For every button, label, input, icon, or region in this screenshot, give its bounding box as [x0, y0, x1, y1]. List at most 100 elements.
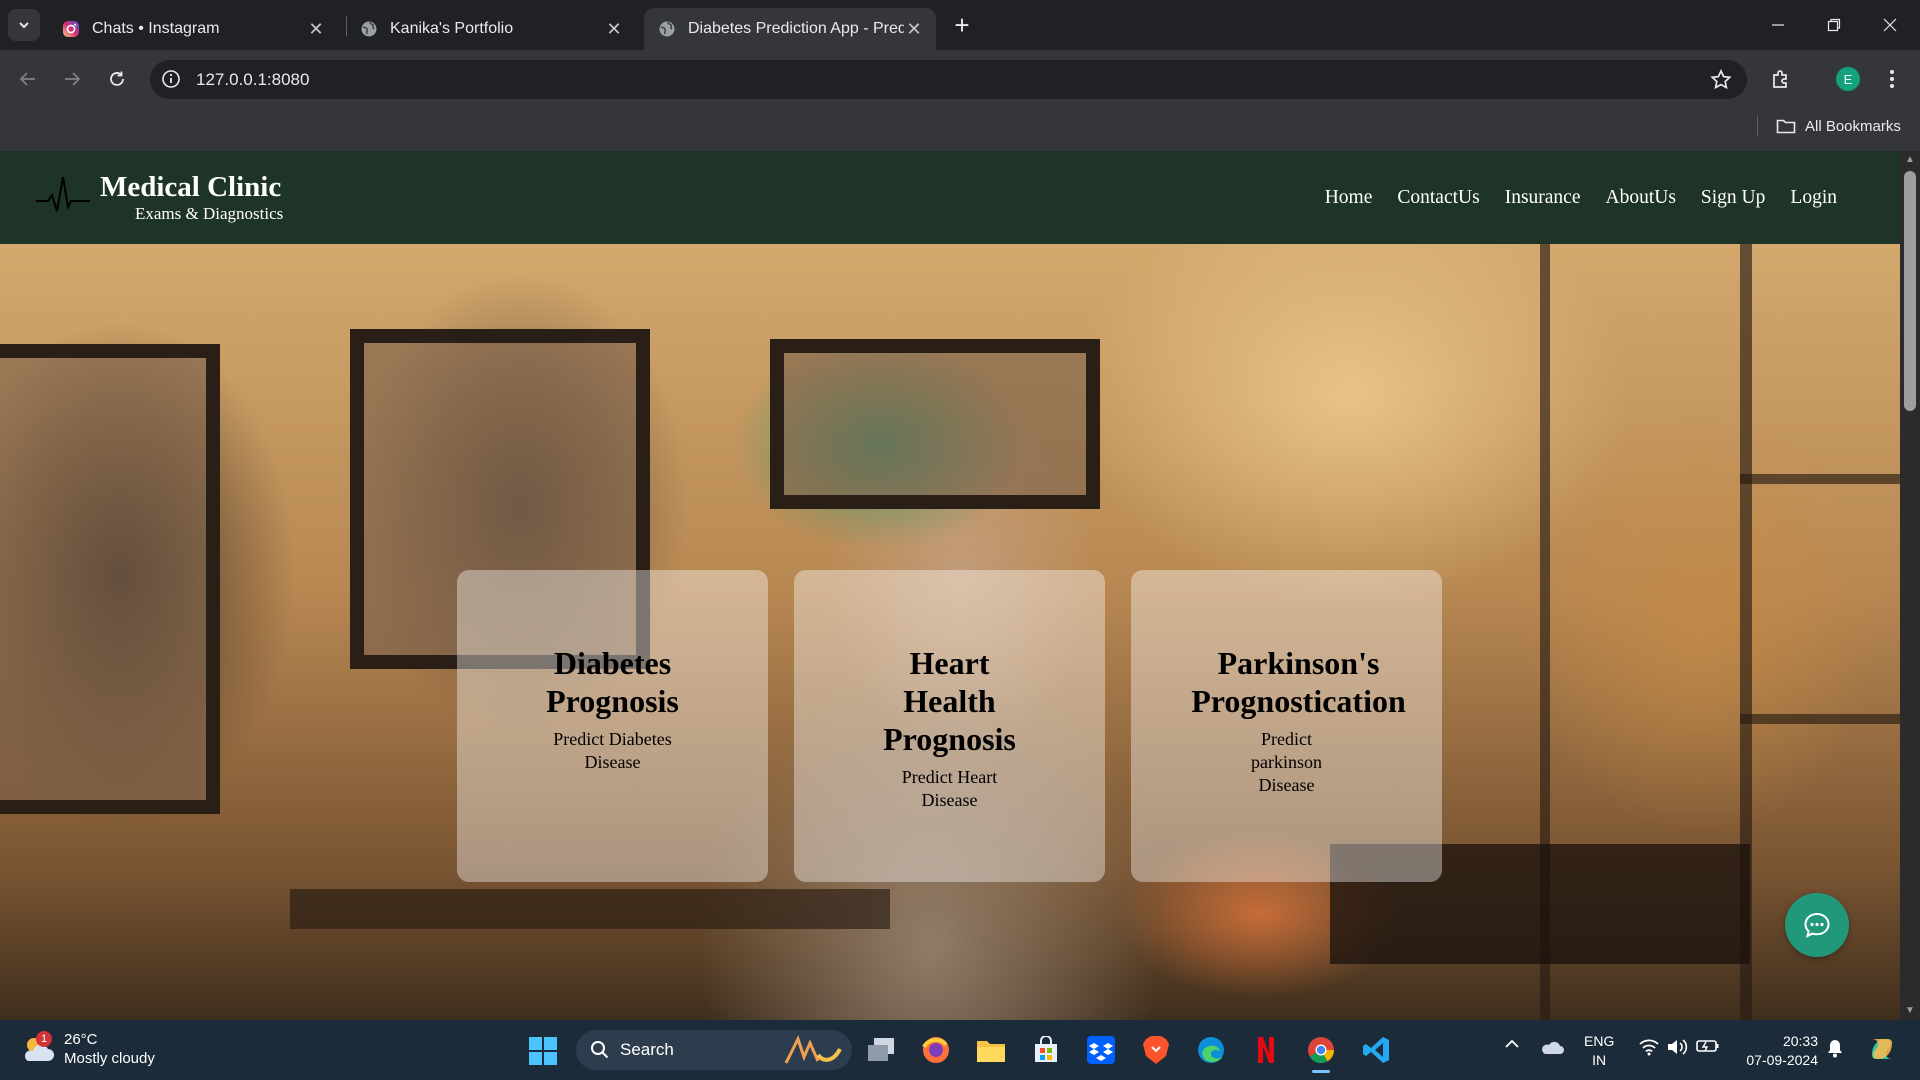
new-tab-button[interactable]: +: [948, 10, 976, 40]
instagram-icon: [62, 20, 80, 38]
all-bookmarks-label: All Bookmarks: [1805, 117, 1901, 135]
globe-icon: [360, 20, 378, 38]
browser-toolbar: 127.0.0.1:8080: [0, 50, 1920, 108]
restore-button[interactable]: [1806, 0, 1862, 50]
search-label: Search: [620, 1040, 674, 1059]
card-title: Diabetes Prognosis: [546, 645, 679, 719]
edge-browser-icon[interactable]: [1192, 1031, 1230, 1069]
windows-start-icon[interactable]: [528, 1036, 558, 1066]
microsoft-store-icon[interactable]: [1027, 1031, 1065, 1069]
nav-signup[interactable]: Sign Up: [1701, 187, 1765, 209]
language-code: ENG: [1584, 1033, 1615, 1049]
netflix-icon[interactable]: [1247, 1031, 1285, 1069]
windows-taskbar: 1 26°C Mostly cloudy Search ENG IN 20:33…: [0, 1020, 1920, 1080]
bookmarks-divider: [1757, 116, 1758, 136]
weather-cloud-icon: 1: [20, 1031, 56, 1067]
weather-widget[interactable]: 1 26°C Mostly cloudy: [20, 1030, 155, 1068]
firefox-icon[interactable]: [917, 1031, 955, 1069]
clock-date: 07-09-2024: [1746, 1052, 1818, 1068]
globe-icon: [658, 20, 676, 38]
chrome-icon[interactable]: [1302, 1031, 1340, 1073]
background-frame: [770, 339, 1100, 509]
nav-aboutus[interactable]: AboutUs: [1606, 187, 1676, 209]
system-clock[interactable]: 20:33 07-09-2024: [1734, 1032, 1818, 1070]
nav-contactus[interactable]: ContactUs: [1397, 187, 1479, 209]
battery-icon[interactable]: [1696, 1038, 1720, 1054]
background-shelf: [290, 889, 890, 929]
scrollbar-thumb[interactable]: [1904, 171, 1916, 411]
card-description: Predict Diabetes Disease: [553, 729, 672, 772]
kebab-menu-icon: [1890, 70, 1894, 88]
brave-browser-icon[interactable]: [1137, 1031, 1175, 1069]
chat-button[interactable]: [1785, 893, 1849, 957]
nav-login[interactable]: Login: [1790, 187, 1837, 209]
all-bookmarks-button[interactable]: All Bookmarks: [1776, 114, 1901, 138]
extensions-button[interactable]: [1766, 64, 1796, 94]
tab-title: Diabetes Prediction App - Predi: [688, 20, 904, 37]
nav-home[interactable]: Home: [1325, 187, 1373, 209]
task-view-icon[interactable]: [862, 1031, 900, 1069]
tab-title: Kanika's Portfolio: [390, 20, 514, 37]
bookmarks-bar: All Bookmarks: [0, 108, 1920, 151]
card-diabetes[interactable]: Diabetes Prognosis Predict Diabetes Dise…: [457, 570, 768, 882]
brand-title[interactable]: Medical Clinic: [100, 171, 281, 204]
onedrive-icon[interactable]: [1540, 1038, 1564, 1056]
minimize-button[interactable]: [1750, 0, 1806, 50]
arrow-left-icon: [19, 72, 35, 86]
reload-icon: [110, 71, 124, 86]
tab-search-button[interactable]: [8, 9, 40, 41]
close-icon: [1883, 18, 1897, 32]
clock-time: 20:33: [1782, 1033, 1818, 1049]
card-title: Heart Health Prognosis: [883, 645, 1016, 757]
tab-instagram[interactable]: Chats • Instagram ✕: [48, 8, 338, 50]
tab-portfolio[interactable]: Kanika's Portfolio ✕: [346, 8, 636, 50]
tab-title: Chats • Instagram: [92, 20, 220, 37]
weather-temperature: 26°C: [64, 1031, 98, 1048]
menu-button[interactable]: [1877, 64, 1907, 94]
nav-insurance[interactable]: Insurance: [1505, 187, 1581, 209]
close-icon[interactable]: ✕: [904, 19, 924, 39]
scroll-up-icon[interactable]: ▲: [1905, 155, 1915, 165]
language-indicator[interactable]: ENG IN: [1584, 1032, 1614, 1070]
site-info-icon[interactable]: [160, 68, 182, 90]
url-text[interactable]: 127.0.0.1:8080: [196, 70, 309, 90]
card-parkinsons[interactable]: Parkinson's Prognostication Predict park…: [1131, 570, 1442, 882]
card-description: Predict parkinson Disease: [1251, 729, 1322, 795]
card-title: Parkinson's Prognostication: [1191, 645, 1406, 719]
forward-button[interactable]: [56, 63, 88, 95]
back-button[interactable]: [12, 63, 44, 95]
puzzle-icon: [1773, 70, 1787, 88]
copilot-icon[interactable]: [1866, 1033, 1898, 1065]
taskbar-search[interactable]: Search: [576, 1030, 852, 1070]
scroll-down-icon[interactable]: ▼: [1905, 1006, 1915, 1016]
heartbeat-icon: [36, 176, 90, 212]
browser-tabstrip: Chats • Instagram ✕ Kanika's Portfolio ✕…: [0, 0, 1920, 50]
bookmark-star-icon[interactable]: [1709, 68, 1733, 92]
volume-icon[interactable]: [1666, 1038, 1688, 1056]
close-window-button[interactable]: [1862, 0, 1918, 50]
language-region: IN: [1592, 1052, 1607, 1068]
profile-avatar[interactable]: E: [1836, 67, 1860, 91]
tab-diabetes-app[interactable]: Diabetes Prediction App - Predi ✕: [644, 8, 936, 50]
reload-button[interactable]: [101, 63, 133, 95]
close-icon[interactable]: ✕: [604, 19, 624, 39]
wifi-icon[interactable]: [1638, 1038, 1660, 1056]
background-frame: [0, 344, 220, 814]
weather-condition: Mostly cloudy: [64, 1050, 155, 1067]
search-highlight-icon: [784, 1035, 842, 1064]
page-scrollbar[interactable]: ▲ ▼: [1900, 151, 1920, 1020]
dropbox-icon[interactable]: [1082, 1031, 1120, 1069]
chat-bubble-icon: [1804, 912, 1830, 938]
notification-bell-icon[interactable]: [1826, 1038, 1844, 1058]
vscode-icon[interactable]: [1357, 1031, 1395, 1069]
address-bar[interactable]: 127.0.0.1:8080: [150, 60, 1747, 99]
card-description: Predict Heart Disease: [901, 767, 998, 810]
close-icon[interactable]: ✕: [306, 19, 326, 39]
card-heart[interactable]: Heart Health Prognosis Predict Heart Dis…: [794, 570, 1105, 882]
chevron-down-icon: [19, 22, 29, 29]
background-shelf: [1740, 714, 1900, 724]
file-explorer-icon[interactable]: [972, 1031, 1010, 1069]
restore-icon: [1827, 18, 1841, 32]
show-hidden-icons-icon[interactable]: [1504, 1038, 1520, 1050]
weather-badge: 1: [36, 1031, 52, 1047]
